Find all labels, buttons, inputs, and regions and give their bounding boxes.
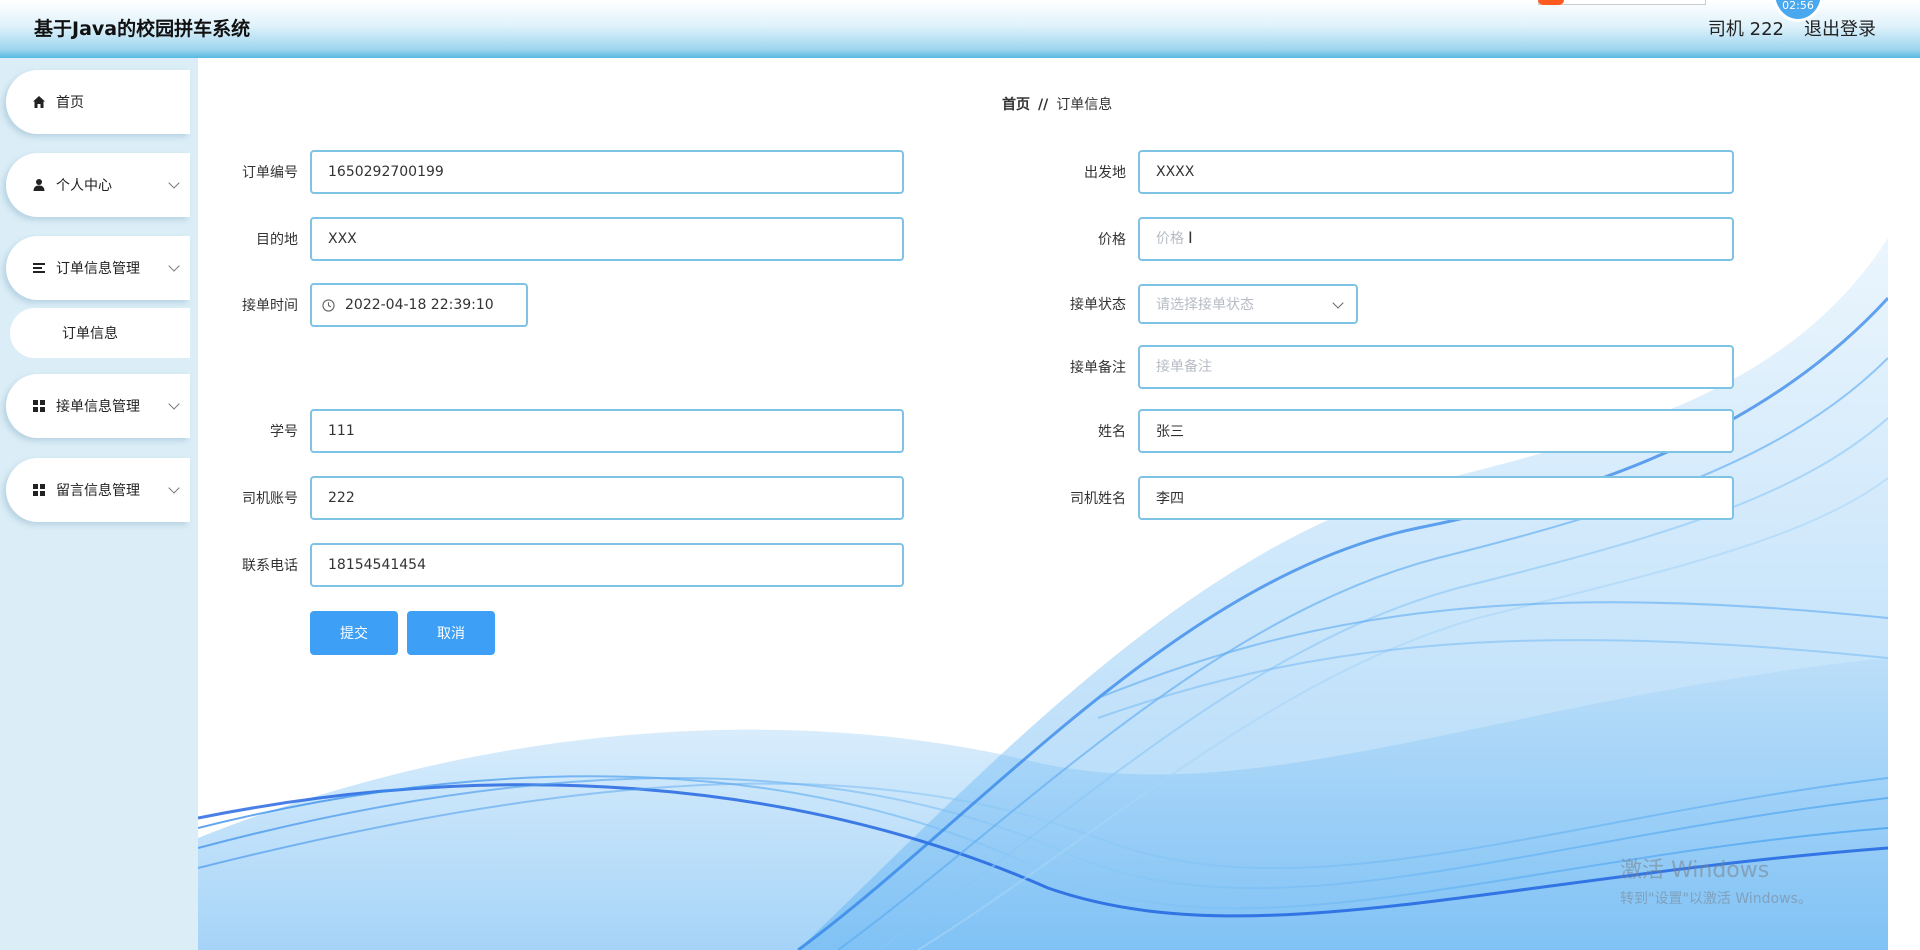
header-user-area: 司机 222 退出登录 — [1708, 15, 1876, 41]
departure-label: 出发地 — [1084, 165, 1126, 181]
driver-account-label: 司机账号 — [242, 491, 298, 507]
chevron-down-icon — [1332, 297, 1344, 309]
grid-icon — [32, 483, 46, 497]
submit-button[interactable]: 提交 — [310, 611, 398, 655]
breadcrumb-separator: // — [1038, 97, 1049, 113]
sidebar-subitem-order-info[interactable]: 订单信息 — [10, 308, 190, 358]
top-header: 基于Java的校园拼车系统 02:56 司机 222 退出登录 — [0, 0, 1920, 58]
chevron-down-icon — [168, 260, 180, 272]
accept-time-picker[interactable]: 2022-04-18 22:39:10 — [310, 283, 528, 327]
breadcrumb: 首页 // 订单信息 — [1002, 94, 1112, 114]
text-cursor-icon: I — [1188, 228, 1193, 247]
home-icon — [32, 95, 46, 109]
sidebar: 首页 个人中心 订单信息管理 订单信息 接单信息管理 留言信息管理 — [0, 58, 198, 950]
price-input[interactable] — [1138, 217, 1734, 261]
list-icon — [32, 261, 46, 275]
destination-label: 目的地 — [256, 232, 298, 248]
accept-status-placeholder: 请选择接单状态 — [1156, 297, 1254, 313]
breadcrumb-current: 订单信息 — [1056, 97, 1113, 113]
chevron-down-icon — [168, 482, 180, 494]
order-no-label: 订单编号 — [242, 165, 298, 181]
sidebar-item-label: 订单信息管理 — [56, 261, 140, 277]
accept-status-label: 接单状态 — [1070, 297, 1126, 313]
student-id-input[interactable] — [310, 409, 904, 453]
accept-time-value: 2022-04-18 22:39:10 — [345, 297, 494, 313]
page-right-edge — [1888, 58, 1920, 950]
sidebar-item-home[interactable]: 首页 — [6, 70, 190, 134]
price-label: 价格 — [1098, 232, 1126, 248]
sidebar-item-label: 接单信息管理 — [56, 399, 140, 415]
driver-name-input[interactable] — [1138, 476, 1734, 520]
accept-note-input[interactable] — [1138, 345, 1734, 389]
chevron-down-icon — [168, 398, 180, 410]
breadcrumb-home[interactable]: 首页 — [1002, 97, 1030, 113]
accept-status-select[interactable]: 请选择接单状态 — [1138, 284, 1358, 324]
accept-time-label: 接单时间 — [242, 298, 298, 314]
watermark-line1: 激活 Windows — [1620, 858, 1770, 883]
name-input[interactable] — [1138, 409, 1734, 453]
sidebar-item-label: 个人中心 — [56, 178, 112, 194]
student-id-label: 学号 — [270, 424, 298, 440]
phone-label: 联系电话 — [242, 558, 298, 574]
windows-activation-watermark: 激活 Windows 转到"设置"以激活 Windows。 — [1620, 852, 1812, 908]
sidebar-subitem-label: 订单信息 — [62, 326, 118, 342]
order-no-input[interactable] — [310, 150, 904, 194]
sidebar-item-label: 留言信息管理 — [56, 483, 140, 499]
departure-input[interactable] — [1138, 150, 1734, 194]
grid-icon — [32, 399, 46, 413]
sidebar-item-order-management[interactable]: 订单信息管理 — [6, 236, 190, 300]
sidebar-item-personal-center[interactable]: 个人中心 — [6, 153, 190, 217]
logout-link[interactable]: 退出登录 — [1804, 15, 1876, 41]
sidebar-item-label: 首页 — [56, 95, 84, 111]
current-user-label: 司机 222 — [1707, 19, 1784, 40]
browser-bar-accent — [1538, 0, 1564, 5]
name-label: 姓名 — [1098, 424, 1126, 440]
clock-icon — [322, 298, 335, 312]
chevron-down-icon — [168, 177, 180, 189]
cancel-button[interactable]: 取消 — [407, 611, 495, 655]
driver-name-label: 司机姓名 — [1070, 491, 1126, 507]
site-title: 基于Java的校园拼车系统 — [34, 18, 251, 40]
destination-input[interactable] — [310, 217, 904, 261]
user-icon — [32, 178, 46, 192]
sidebar-item-accept-management[interactable]: 接单信息管理 — [6, 374, 190, 438]
sidebar-item-message-management[interactable]: 留言信息管理 — [6, 458, 190, 522]
driver-account-input[interactable] — [310, 476, 904, 520]
phone-input[interactable] — [310, 543, 904, 587]
main-content: 首页 // 订单信息 订单编号 目的地 接单时间 2022-04-18 22:39:… — [198, 58, 1888, 950]
watermark-line2: 转到"设置"以激活 Windows。 — [1620, 891, 1812, 907]
accept-note-label: 接单备注 — [1070, 360, 1126, 376]
